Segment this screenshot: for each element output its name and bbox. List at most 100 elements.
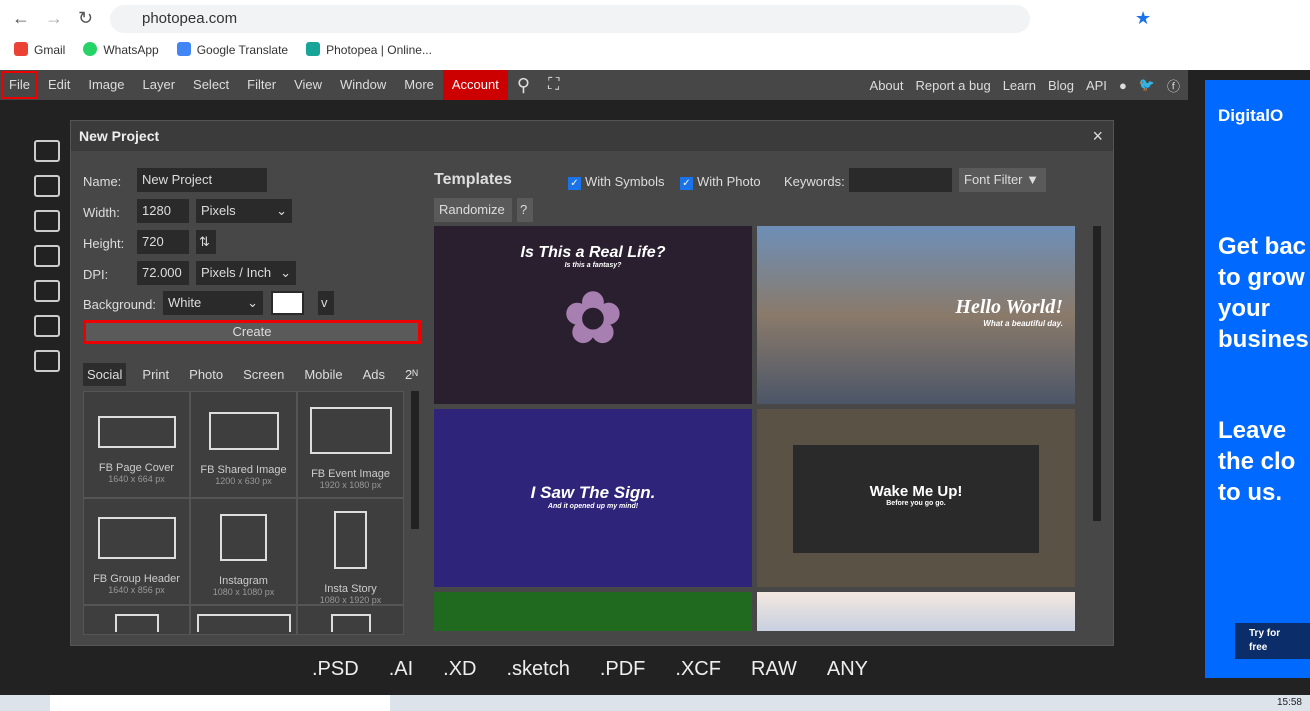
menu-more[interactable]: More bbox=[395, 70, 443, 100]
back-icon[interactable]: ← bbox=[12, 8, 30, 29]
background-color-swatch[interactable] bbox=[271, 291, 304, 315]
swap-icon[interactable]: ⇅ bbox=[196, 230, 216, 254]
search-icon[interactable]: ⚲ bbox=[508, 70, 539, 100]
preset-item[interactable] bbox=[297, 605, 404, 635]
dropbox-icon[interactable] bbox=[34, 350, 60, 372]
menu-filter[interactable]: Filter bbox=[238, 70, 285, 100]
reddit-icon[interactable]: ● bbox=[1119, 78, 1127, 93]
taskbar-search[interactable] bbox=[50, 695, 390, 711]
bookmark[interactable]: Photopea | Online... bbox=[306, 42, 432, 57]
template-card[interactable]: I Saw The Sign. And it opened up my mind! bbox=[434, 409, 752, 587]
menu-select[interactable]: Select bbox=[184, 70, 238, 100]
blog-link[interactable]: Blog bbox=[1048, 78, 1074, 93]
preset-item[interactable]: FB Event Image 1920 x 1080 px bbox=[297, 391, 404, 498]
checkbox-label: With Symbols bbox=[585, 174, 665, 189]
drive-icon[interactable] bbox=[34, 280, 60, 302]
tab-photo[interactable]: Photo bbox=[185, 363, 227, 386]
menu-edit[interactable]: Edit bbox=[39, 70, 79, 100]
menu-image[interactable]: Image bbox=[79, 70, 133, 100]
reload-icon[interactable]: ↻ bbox=[78, 8, 93, 29]
preset-size: 1640 x 664 px bbox=[108, 474, 165, 484]
api-link[interactable]: API bbox=[1086, 78, 1107, 93]
bookmark[interactable]: WhatsApp bbox=[83, 42, 159, 57]
fullscreen-icon[interactable]: ⛶ bbox=[539, 70, 568, 100]
preset-item[interactable]: Instagram 1080 x 1080 px bbox=[190, 498, 297, 605]
preset-shape bbox=[309, 407, 392, 454]
tab-ads[interactable]: Ads bbox=[359, 363, 389, 386]
tab-mobile[interactable]: Mobile bbox=[300, 363, 346, 386]
dpi-unit-select[interactable]: Pixels / Inch ⌄ bbox=[196, 261, 296, 285]
drive-icon[interactable] bbox=[34, 210, 60, 232]
width-unit-select[interactable]: Pixels ⌄ bbox=[196, 199, 292, 223]
home-icon[interactable] bbox=[34, 140, 60, 162]
format-xd: .XD bbox=[443, 658, 477, 680]
menu-account[interactable]: Account bbox=[442, 70, 508, 100]
forward-icon[interactable]: → bbox=[45, 8, 63, 29]
preset-shape bbox=[334, 511, 367, 569]
address-bar[interactable]: photopea.com bbox=[110, 5, 1030, 33]
keywords-input[interactable] bbox=[849, 168, 952, 192]
font-filter-button[interactable]: Font Filter ▼ bbox=[959, 168, 1046, 192]
tab-social[interactable]: Social bbox=[83, 363, 127, 386]
template-card[interactable] bbox=[757, 592, 1075, 631]
create-button[interactable]: Create bbox=[83, 320, 421, 344]
preset-item[interactable]: FB Page Cover 1640 x 664 px bbox=[83, 391, 190, 498]
preset-item[interactable]: FB Shared Image 1200 x 630 px bbox=[190, 391, 297, 498]
preset-size: 1080 x 1080 px bbox=[212, 587, 275, 597]
star-icon[interactable]: ★ bbox=[1135, 8, 1151, 29]
about-link[interactable]: About bbox=[870, 78, 904, 93]
background-select[interactable]: White ⌄ bbox=[163, 291, 263, 315]
preset-item[interactable]: FB Group Header 1640 x 856 px bbox=[83, 498, 190, 605]
close-icon[interactable]: × bbox=[1092, 126, 1103, 147]
format-list: .PSD .AI .XD .sketch .PDF .XCF RAW ANY bbox=[312, 658, 868, 681]
tab-2n[interactable]: 2ᴺ bbox=[401, 363, 422, 386]
learn-link[interactable]: Learn bbox=[1003, 78, 1036, 93]
template-card[interactable] bbox=[434, 592, 752, 631]
desktop-icon[interactable] bbox=[34, 175, 60, 197]
preset-item[interactable] bbox=[83, 605, 190, 635]
help-button[interactable]: ? bbox=[517, 198, 533, 222]
tab-screen[interactable]: Screen bbox=[239, 363, 288, 386]
try-for-free-button[interactable]: Try for free bbox=[1235, 623, 1310, 659]
select-value: White bbox=[168, 295, 202, 310]
menu-layer[interactable]: Layer bbox=[134, 70, 185, 100]
report-bug-link[interactable]: Report a bug bbox=[916, 78, 991, 93]
menu-window[interactable]: Window bbox=[331, 70, 395, 100]
preset-item[interactable] bbox=[190, 605, 297, 635]
tab-print[interactable]: Print bbox=[138, 363, 173, 386]
with-photo-checkbox[interactable]: ✓ With Photo bbox=[680, 174, 761, 190]
create-label: Create bbox=[232, 324, 272, 339]
template-card[interactable]: Wake Me Up! Before you go go. bbox=[757, 409, 1075, 587]
bookmark[interactable]: Google Translate bbox=[176, 42, 288, 57]
dpi-input[interactable]: 72.000 bbox=[137, 261, 189, 285]
menu-file[interactable]: File bbox=[0, 70, 39, 100]
name-input[interactable]: New Project bbox=[137, 168, 267, 192]
new-project-dialog: New Project × Name: New Project Width: 1… bbox=[70, 120, 1114, 646]
menu-view[interactable]: View bbox=[285, 70, 331, 100]
format-pdf: .PDF bbox=[599, 658, 646, 680]
select-value: Pixels bbox=[201, 203, 236, 218]
template-card[interactable]: Is This a Real Life? Is this a fantasy? ✿ bbox=[434, 226, 752, 404]
preset-name: FB Shared Image bbox=[200, 464, 287, 476]
randomize-button[interactable]: Randomize bbox=[434, 198, 512, 222]
template-card[interactable]: Hello World! What a beautiful day. bbox=[757, 226, 1075, 404]
width-input[interactable]: 1280 bbox=[137, 199, 189, 223]
preset-shape bbox=[220, 514, 267, 561]
drive-icon[interactable] bbox=[34, 245, 60, 267]
cloud-icon[interactable] bbox=[34, 315, 60, 337]
ad-banner[interactable]: DigitalO Get bac to grow your busines Le… bbox=[1205, 80, 1310, 678]
v-button[interactable]: v bbox=[318, 291, 334, 315]
bookmark[interactable]: Gmail bbox=[14, 42, 65, 57]
preset-item[interactable]: Insta Story 1080 x 1920 px bbox=[297, 498, 404, 605]
twitter-icon[interactable]: 🐦 bbox=[1139, 77, 1155, 93]
preset-shape bbox=[114, 614, 159, 632]
url-text: photopea.com bbox=[142, 10, 238, 27]
with-symbols-checkbox[interactable]: ✓ With Symbols bbox=[568, 174, 664, 190]
checkbox-label: With Photo bbox=[697, 174, 761, 189]
background-label: Background: bbox=[83, 297, 156, 312]
facebook-icon[interactable]: ⓕ bbox=[1167, 76, 1180, 95]
height-input[interactable]: 720 bbox=[137, 230, 189, 254]
templates-scrollbar[interactable] bbox=[1093, 226, 1101, 521]
preset-name: Instagram bbox=[219, 575, 268, 587]
preset-scrollbar[interactable] bbox=[411, 391, 419, 529]
